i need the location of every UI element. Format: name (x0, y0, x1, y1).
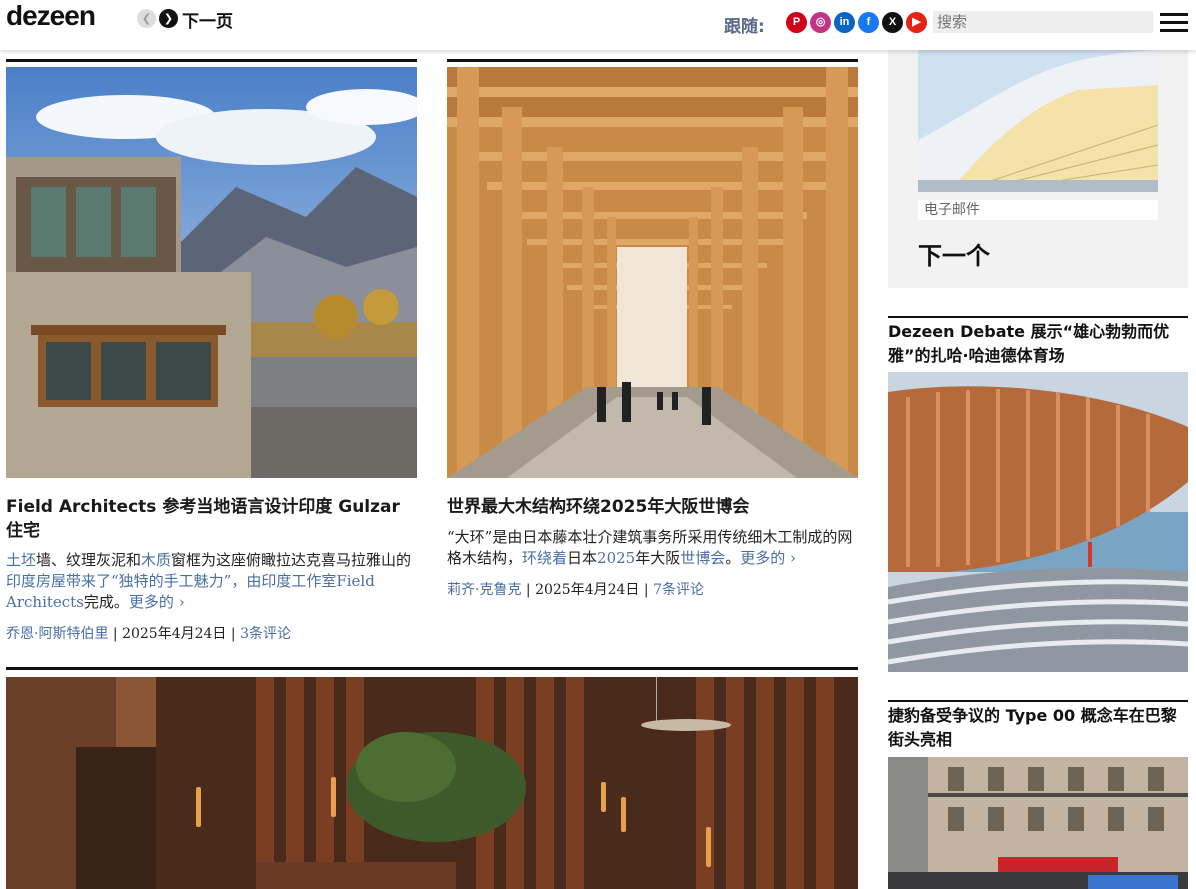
card-divider (6, 59, 417, 62)
newsletter-next-button[interactable]: 下一个 (918, 236, 990, 271)
hamburger-menu-icon[interactable] (1160, 13, 1188, 33)
gulzar-house-image[interactable] (6, 67, 417, 478)
newsletter-image (918, 50, 1158, 192)
prev-arrow-icon[interactable]: ❮ (137, 9, 156, 28)
facebook-icon[interactable]: f (858, 12, 879, 33)
excerpt-text: 墙、纹理灰泥和 (36, 551, 142, 569)
card-meta: 乔恩·阿斯特伯里 | 2025年4月24日 | 3条评论 (6, 626, 291, 642)
search-input[interactable] (933, 11, 1153, 33)
sidebar-divider (888, 316, 1188, 318)
excerpt-link[interactable]: 土坯 (6, 551, 36, 569)
excerpt-text: 年大阪 (635, 549, 681, 567)
grand-ring-image[interactable] (447, 67, 858, 478)
card-excerpt: 土坯墙、纹理灰泥和木质窗框为这座俯瞰拉达克喜马拉雅山的印度房屋带来了“独特的手工… (6, 550, 417, 613)
card-title[interactable]: 世界最大木结构环绕2025年大阪世博会 (447, 495, 858, 519)
excerpt-text: 。 (725, 549, 741, 567)
jaguar-street-image[interactable] (888, 757, 1188, 889)
restaurant-interior-image[interactable] (6, 677, 858, 889)
publish-date: 2025年4月24日 (535, 582, 640, 598)
sidebar-story-title[interactable]: Dezeen Debate 展示“雄心勃勃而优雅”的扎哈·哈迪德体育场 (888, 320, 1188, 368)
card-title[interactable]: Field Architects 参考当地语言设计印度 Gulzar 住宅 (6, 495, 417, 543)
excerpt-link[interactable]: 2025 (597, 549, 635, 567)
stadium-image[interactable] (888, 372, 1188, 672)
email-field[interactable] (918, 200, 1158, 220)
card-divider (6, 667, 858, 670)
card-meta: 莉齐·克鲁克 | 2025年4月24日 | 7条评论 (447, 582, 704, 598)
linkedin-icon[interactable]: in (834, 12, 855, 33)
author-link[interactable]: 乔恩·阿斯特伯里 (6, 626, 108, 642)
author-link[interactable]: 莉齐·克鲁克 (447, 582, 521, 598)
read-more-link[interactable]: 更多的 › (740, 549, 796, 567)
excerpt-link[interactable]: 印度房屋带来了“独特的手工魅力”，由印度工作室 (6, 572, 336, 590)
x-icon[interactable]: X (882, 12, 903, 33)
sidebar-divider (888, 700, 1188, 702)
excerpt-link[interactable]: 环绕着 (522, 549, 567, 567)
instagram-icon[interactable]: ◎ (810, 12, 831, 33)
excerpt-link[interactable]: 木质 (141, 551, 171, 569)
follow-label: 跟随: (724, 17, 765, 37)
youtube-icon[interactable]: ▶ (906, 12, 927, 33)
excerpt-text: 完成。 (83, 593, 129, 611)
comments-link[interactable]: 3条评论 (240, 626, 291, 642)
pinterest-icon[interactable]: P (786, 12, 807, 33)
excerpt-text: 日本 (567, 549, 598, 567)
publish-date: 2025年4月24日 (122, 626, 227, 642)
card-divider (447, 59, 858, 62)
sidebar-story-title[interactable]: 捷豹备受争议的 Type 00 概念车在巴黎街头亮相 (888, 704, 1188, 752)
dezeen-logo[interactable]: dezeen (6, 0, 96, 32)
excerpt-link[interactable]: 世博会 (680, 549, 725, 567)
next-arrow-icon[interactable]: ❯ (159, 9, 178, 28)
card-excerpt: “大环”是由日本藤本壮介建筑事务所采用传统细木工制成的网格木结构，环绕着日本20… (447, 527, 858, 569)
next-page-link[interactable]: 下一页 (182, 7, 233, 32)
excerpt-text: 窗框为这座俯瞰拉达克喜马拉雅山的 (171, 551, 412, 569)
site-header: dezeen ❮ ❯ 下一页 跟随: P ◎ in f X ▶ (0, 0, 1196, 50)
comments-link[interactable]: 7条评论 (653, 582, 704, 598)
read-more-link[interactable]: 更多的 › (129, 593, 185, 611)
